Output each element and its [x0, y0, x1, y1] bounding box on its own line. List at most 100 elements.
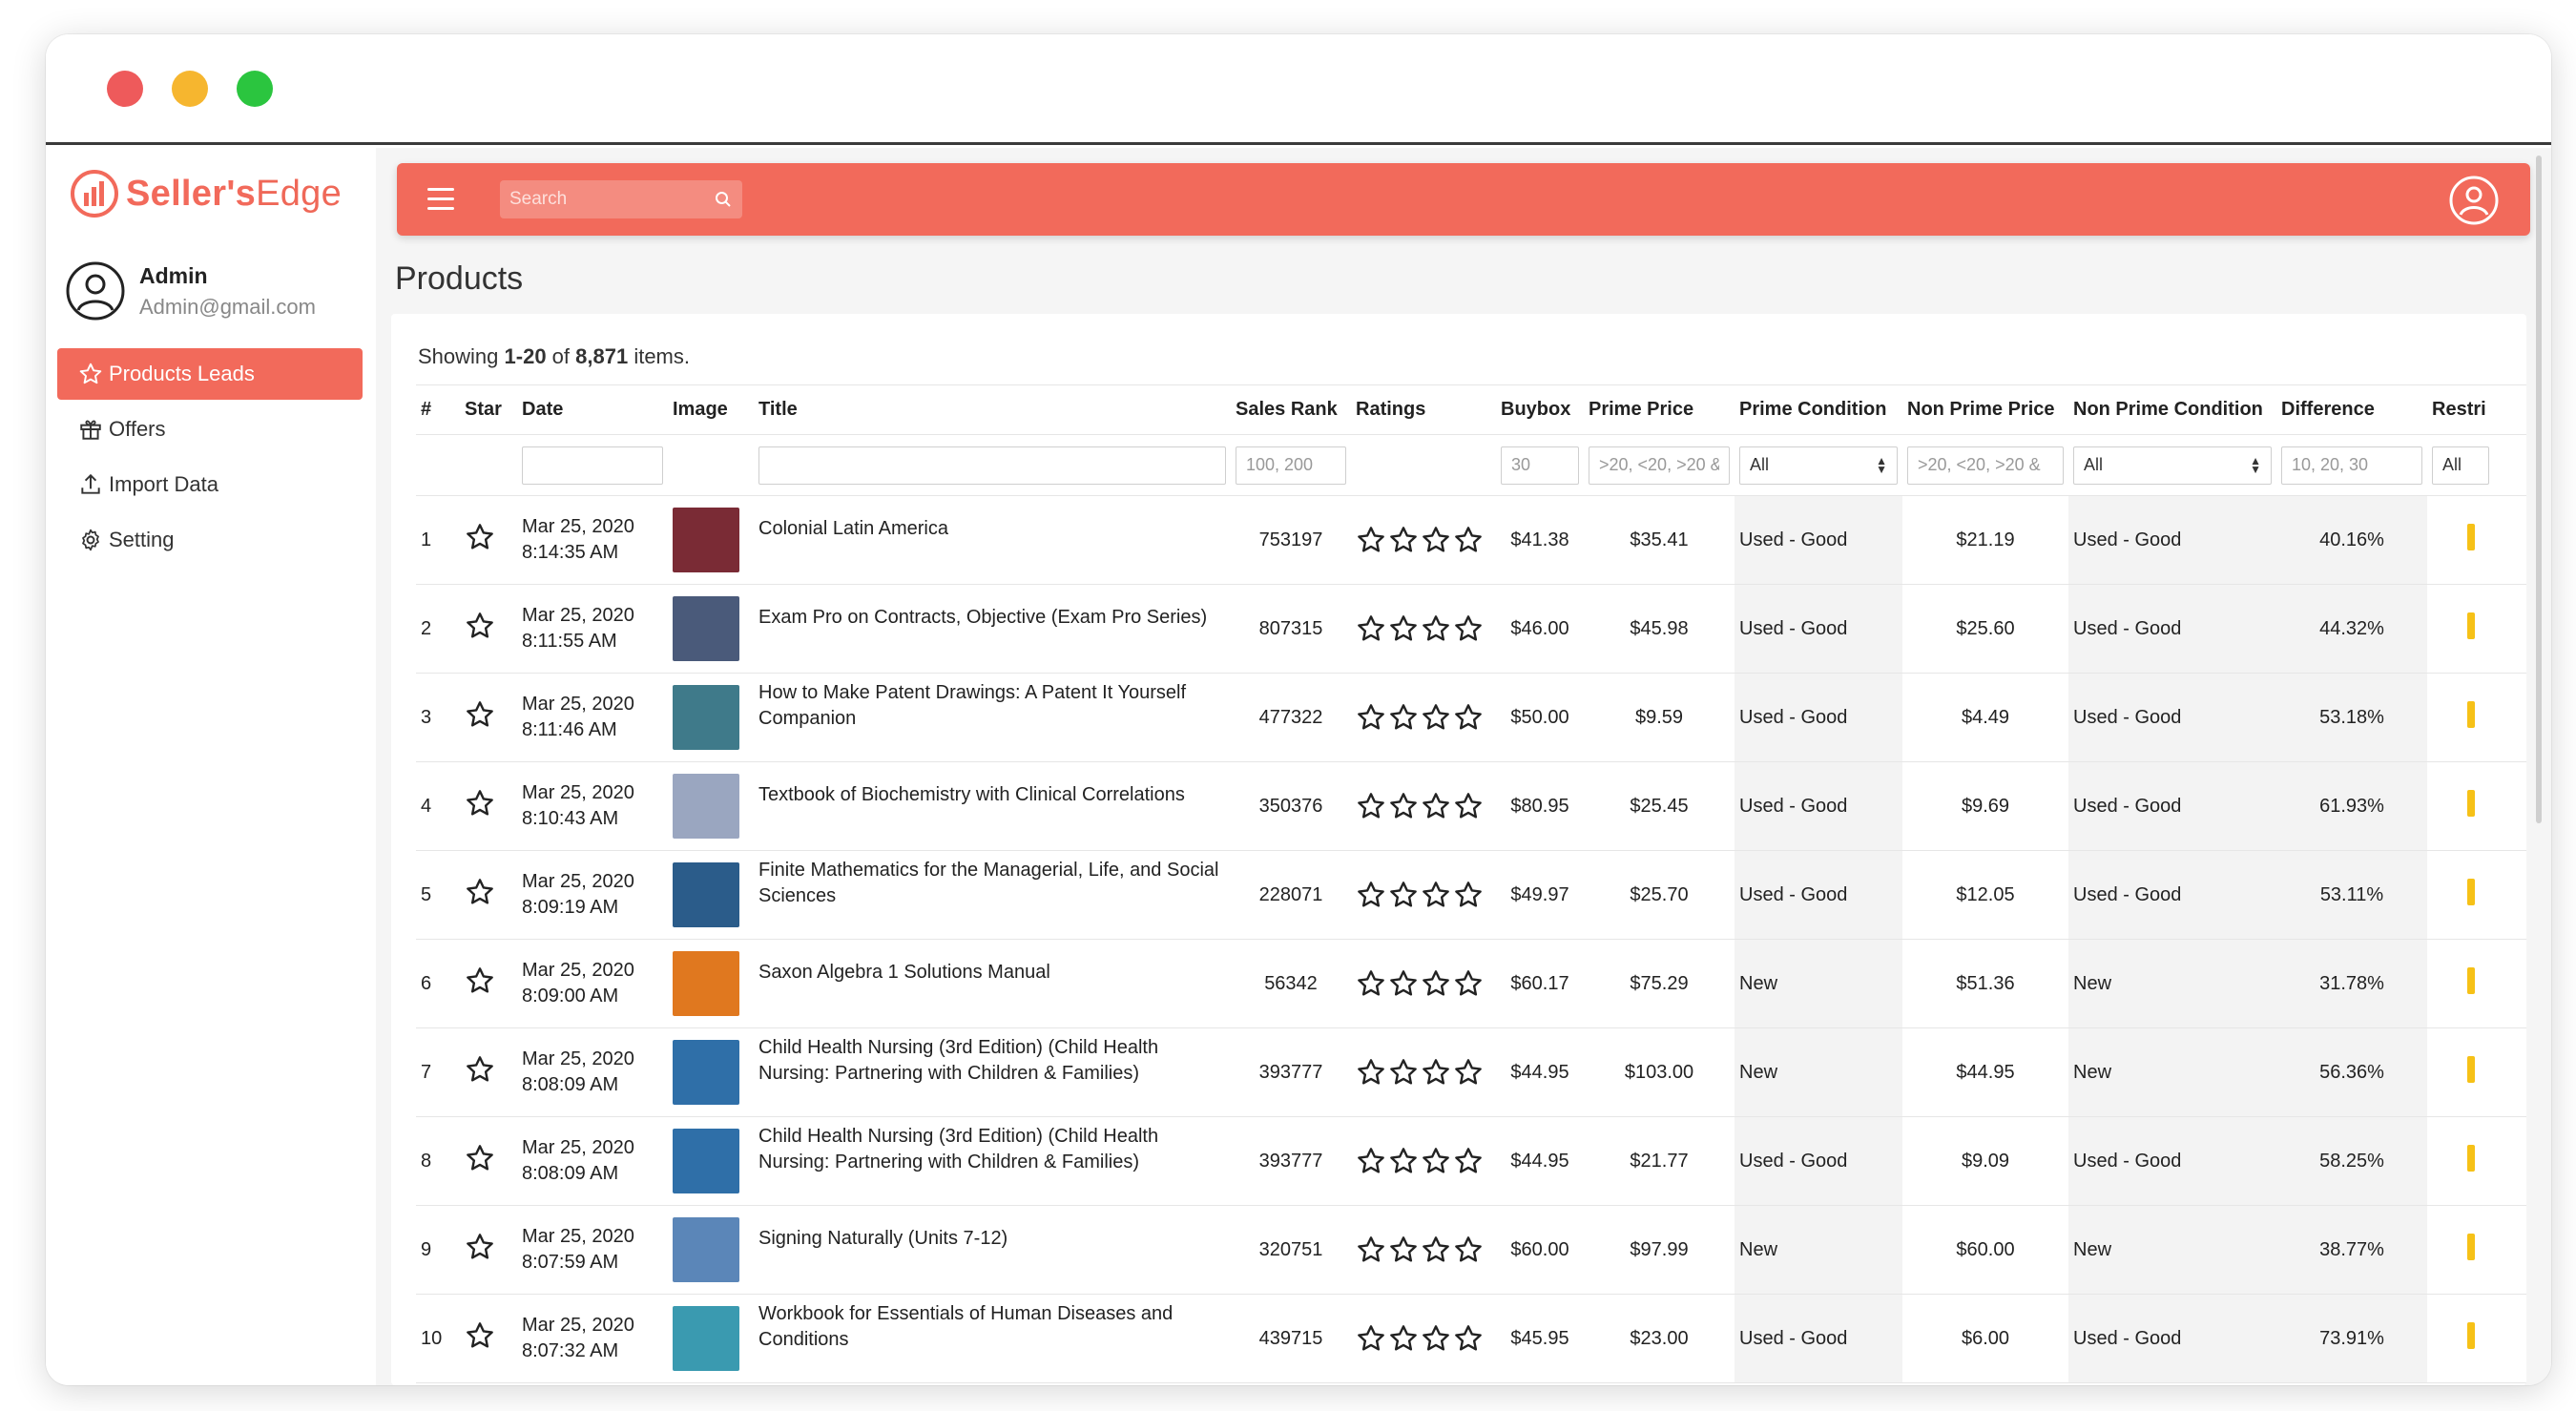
product-image[interactable]: [673, 1306, 739, 1371]
cell-title[interactable]: Child Health Nursing (3rd Edition) (Chil…: [758, 1124, 1226, 1175]
table-row[interactable]: 7 Mar 25, 2020 8:08:09 AM Child Health Nurs…: [416, 1027, 2526, 1117]
favorite-star-icon[interactable]: [465, 1054, 495, 1085]
product-image[interactable]: [673, 1040, 739, 1105]
sidebar-item-setting[interactable]: Setting: [57, 514, 363, 566]
cell-title[interactable]: Child Health Nursing (3rd Edition) (Chil…: [758, 1035, 1226, 1087]
rating-star-icon[interactable]: [1421, 525, 1453, 555]
buybox-filter-input[interactable]: [1501, 446, 1579, 485]
favorite-star-icon[interactable]: [465, 699, 495, 730]
rating-star-icon[interactable]: [1388, 1146, 1421, 1176]
product-image[interactable]: [673, 685, 739, 750]
cell-title[interactable]: Signing Naturally (Units 7-12): [758, 1226, 1226, 1252]
rating-star-icon[interactable]: [1356, 613, 1388, 644]
rating-star-icon[interactable]: [1421, 968, 1453, 999]
page-scrollbar[interactable]: [2536, 156, 2542, 823]
rating-star-icon[interactable]: [1453, 613, 1485, 644]
table-row[interactable]: 10 Mar 25, 2020 8:07:32 AM Workbook for Ess…: [416, 1294, 2526, 1383]
rating-star-icon[interactable]: [1388, 1323, 1421, 1354]
rating-star-icon[interactable]: [1388, 791, 1421, 821]
column-header-date[interactable]: Date: [517, 384, 668, 435]
date-filter-input[interactable]: [522, 446, 663, 485]
column-header-prime-price[interactable]: Prime Price: [1584, 384, 1735, 435]
product-image[interactable]: [673, 774, 739, 839]
user-account-icon[interactable]: [2448, 175, 2500, 226]
rating-star-icon[interactable]: [1388, 702, 1421, 733]
favorite-star-icon[interactable]: [465, 611, 495, 641]
column-header-difference[interactable]: Difference: [2276, 384, 2427, 435]
favorite-star-icon[interactable]: [465, 877, 495, 907]
prime-condition-filter-select[interactable]: All ▲ ▼: [1739, 446, 1898, 485]
menu-toggle-icon[interactable]: [427, 188, 454, 211]
search-icon[interactable]: [714, 190, 733, 209]
non-prime-price-filter-input[interactable]: [1907, 446, 2064, 485]
favorite-star-icon[interactable]: [465, 788, 495, 819]
column-header-prime-condition[interactable]: Prime Condition: [1735, 384, 1902, 435]
favorite-star-icon[interactable]: [465, 1232, 495, 1262]
cell-title[interactable]: Textbook of Biochemistry with Clinical C…: [758, 782, 1226, 808]
sidebar-item-products-leads[interactable]: Products Leads: [57, 348, 363, 400]
rating-star-icon[interactable]: [1453, 1323, 1485, 1354]
rating-star-icon[interactable]: [1388, 1057, 1421, 1088]
title-filter-input[interactable]: [758, 446, 1226, 485]
product-image[interactable]: [673, 596, 739, 661]
rating-star-icon[interactable]: [1388, 613, 1421, 644]
rating-star-icon[interactable]: [1421, 791, 1453, 821]
cell-title[interactable]: Colonial Latin America: [758, 516, 1226, 542]
rating-star-icon[interactable]: [1356, 880, 1388, 910]
rating-star-icon[interactable]: [1388, 525, 1421, 555]
table-row[interactable]: 1 Mar 25, 2020 8:14:35 AM Colonial Latin Am…: [416, 495, 2526, 585]
rating-star-icon[interactable]: [1356, 702, 1388, 733]
rating-star-icon[interactable]: [1421, 1057, 1453, 1088]
column-header-title[interactable]: Title: [754, 384, 1231, 435]
column-header-ratings[interactable]: Ratings: [1351, 384, 1496, 435]
rating-star-icon[interactable]: [1453, 968, 1485, 999]
table-row[interactable]: 8 Mar 25, 2020 8:08:09 AM Child Health Nurs…: [416, 1116, 2526, 1206]
rating-star-icon[interactable]: [1421, 1323, 1453, 1354]
rating-star-icon[interactable]: [1356, 1057, 1388, 1088]
search-input[interactable]: [500, 180, 742, 218]
logo[interactable]: Seller'sEdge: [69, 167, 342, 220]
favorite-star-icon[interactable]: [465, 1320, 495, 1351]
rating-star-icon[interactable]: [1356, 968, 1388, 999]
minimize-window-button[interactable]: [172, 71, 208, 107]
sales-rank-filter-input[interactable]: [1236, 446, 1346, 485]
rating-star-icon[interactable]: [1453, 791, 1485, 821]
rating-star-icon[interactable]: [1453, 880, 1485, 910]
user-profile[interactable]: Admin Admin@gmail.com: [65, 260, 316, 322]
difference-filter-input[interactable]: [2281, 446, 2422, 485]
product-image[interactable]: [673, 1129, 739, 1193]
column-header-number[interactable]: #: [416, 384, 460, 435]
column-header-buybox[interactable]: Buybox: [1496, 384, 1584, 435]
column-header-non-prime-price[interactable]: Non Prime Price: [1902, 384, 2068, 435]
rating-star-icon[interactable]: [1388, 968, 1421, 999]
close-window-button[interactable]: [107, 71, 143, 107]
rating-star-icon[interactable]: [1453, 1146, 1485, 1176]
rating-star-icon[interactable]: [1421, 1235, 1453, 1265]
rating-star-icon[interactable]: [1453, 1057, 1485, 1088]
rating-star-icon[interactable]: [1421, 702, 1453, 733]
rating-star-icon[interactable]: [1421, 613, 1453, 644]
cell-title[interactable]: Finite Mathematics for the Managerial, L…: [758, 858, 1226, 909]
cell-title[interactable]: Saxon Algebra 1 Solutions Manual: [758, 960, 1226, 986]
table-row[interactable]: 4 Mar 25, 2020 8:10:43 AM Textbook of Bioch…: [416, 761, 2526, 851]
column-header-sales-rank[interactable]: Sales Rank: [1231, 384, 1351, 435]
product-image[interactable]: [673, 1217, 739, 1282]
product-image[interactable]: [673, 508, 739, 572]
rating-star-icon[interactable]: [1356, 1323, 1388, 1354]
non-prime-condition-filter-select[interactable]: All ▲ ▼: [2073, 446, 2272, 485]
rating-star-icon[interactable]: [1421, 1146, 1453, 1176]
rating-star-icon[interactable]: [1356, 1146, 1388, 1176]
maximize-window-button[interactable]: [237, 71, 273, 107]
restri-filter-select[interactable]: All: [2432, 446, 2489, 485]
table-row[interactable]: 5 Mar 25, 2020 8:09:19 AM Finite Mathematic…: [416, 850, 2526, 940]
cell-title[interactable]: Workbook for Essentials of Human Disease…: [758, 1301, 1226, 1353]
favorite-star-icon[interactable]: [465, 522, 495, 552]
rating-star-icon[interactable]: [1453, 525, 1485, 555]
rating-star-icon[interactable]: [1453, 1235, 1485, 1265]
table-row[interactable]: 6 Mar 25, 2020 8:09:00 AM Saxon Algebra 1 S…: [416, 939, 2526, 1028]
product-image[interactable]: [673, 951, 739, 1016]
favorite-star-icon[interactable]: [465, 965, 495, 996]
rating-star-icon[interactable]: [1356, 525, 1388, 555]
table-row[interactable]: 3 Mar 25, 2020 8:11:46 AM How to Make Paten…: [416, 673, 2526, 762]
rating-star-icon[interactable]: [1421, 880, 1453, 910]
